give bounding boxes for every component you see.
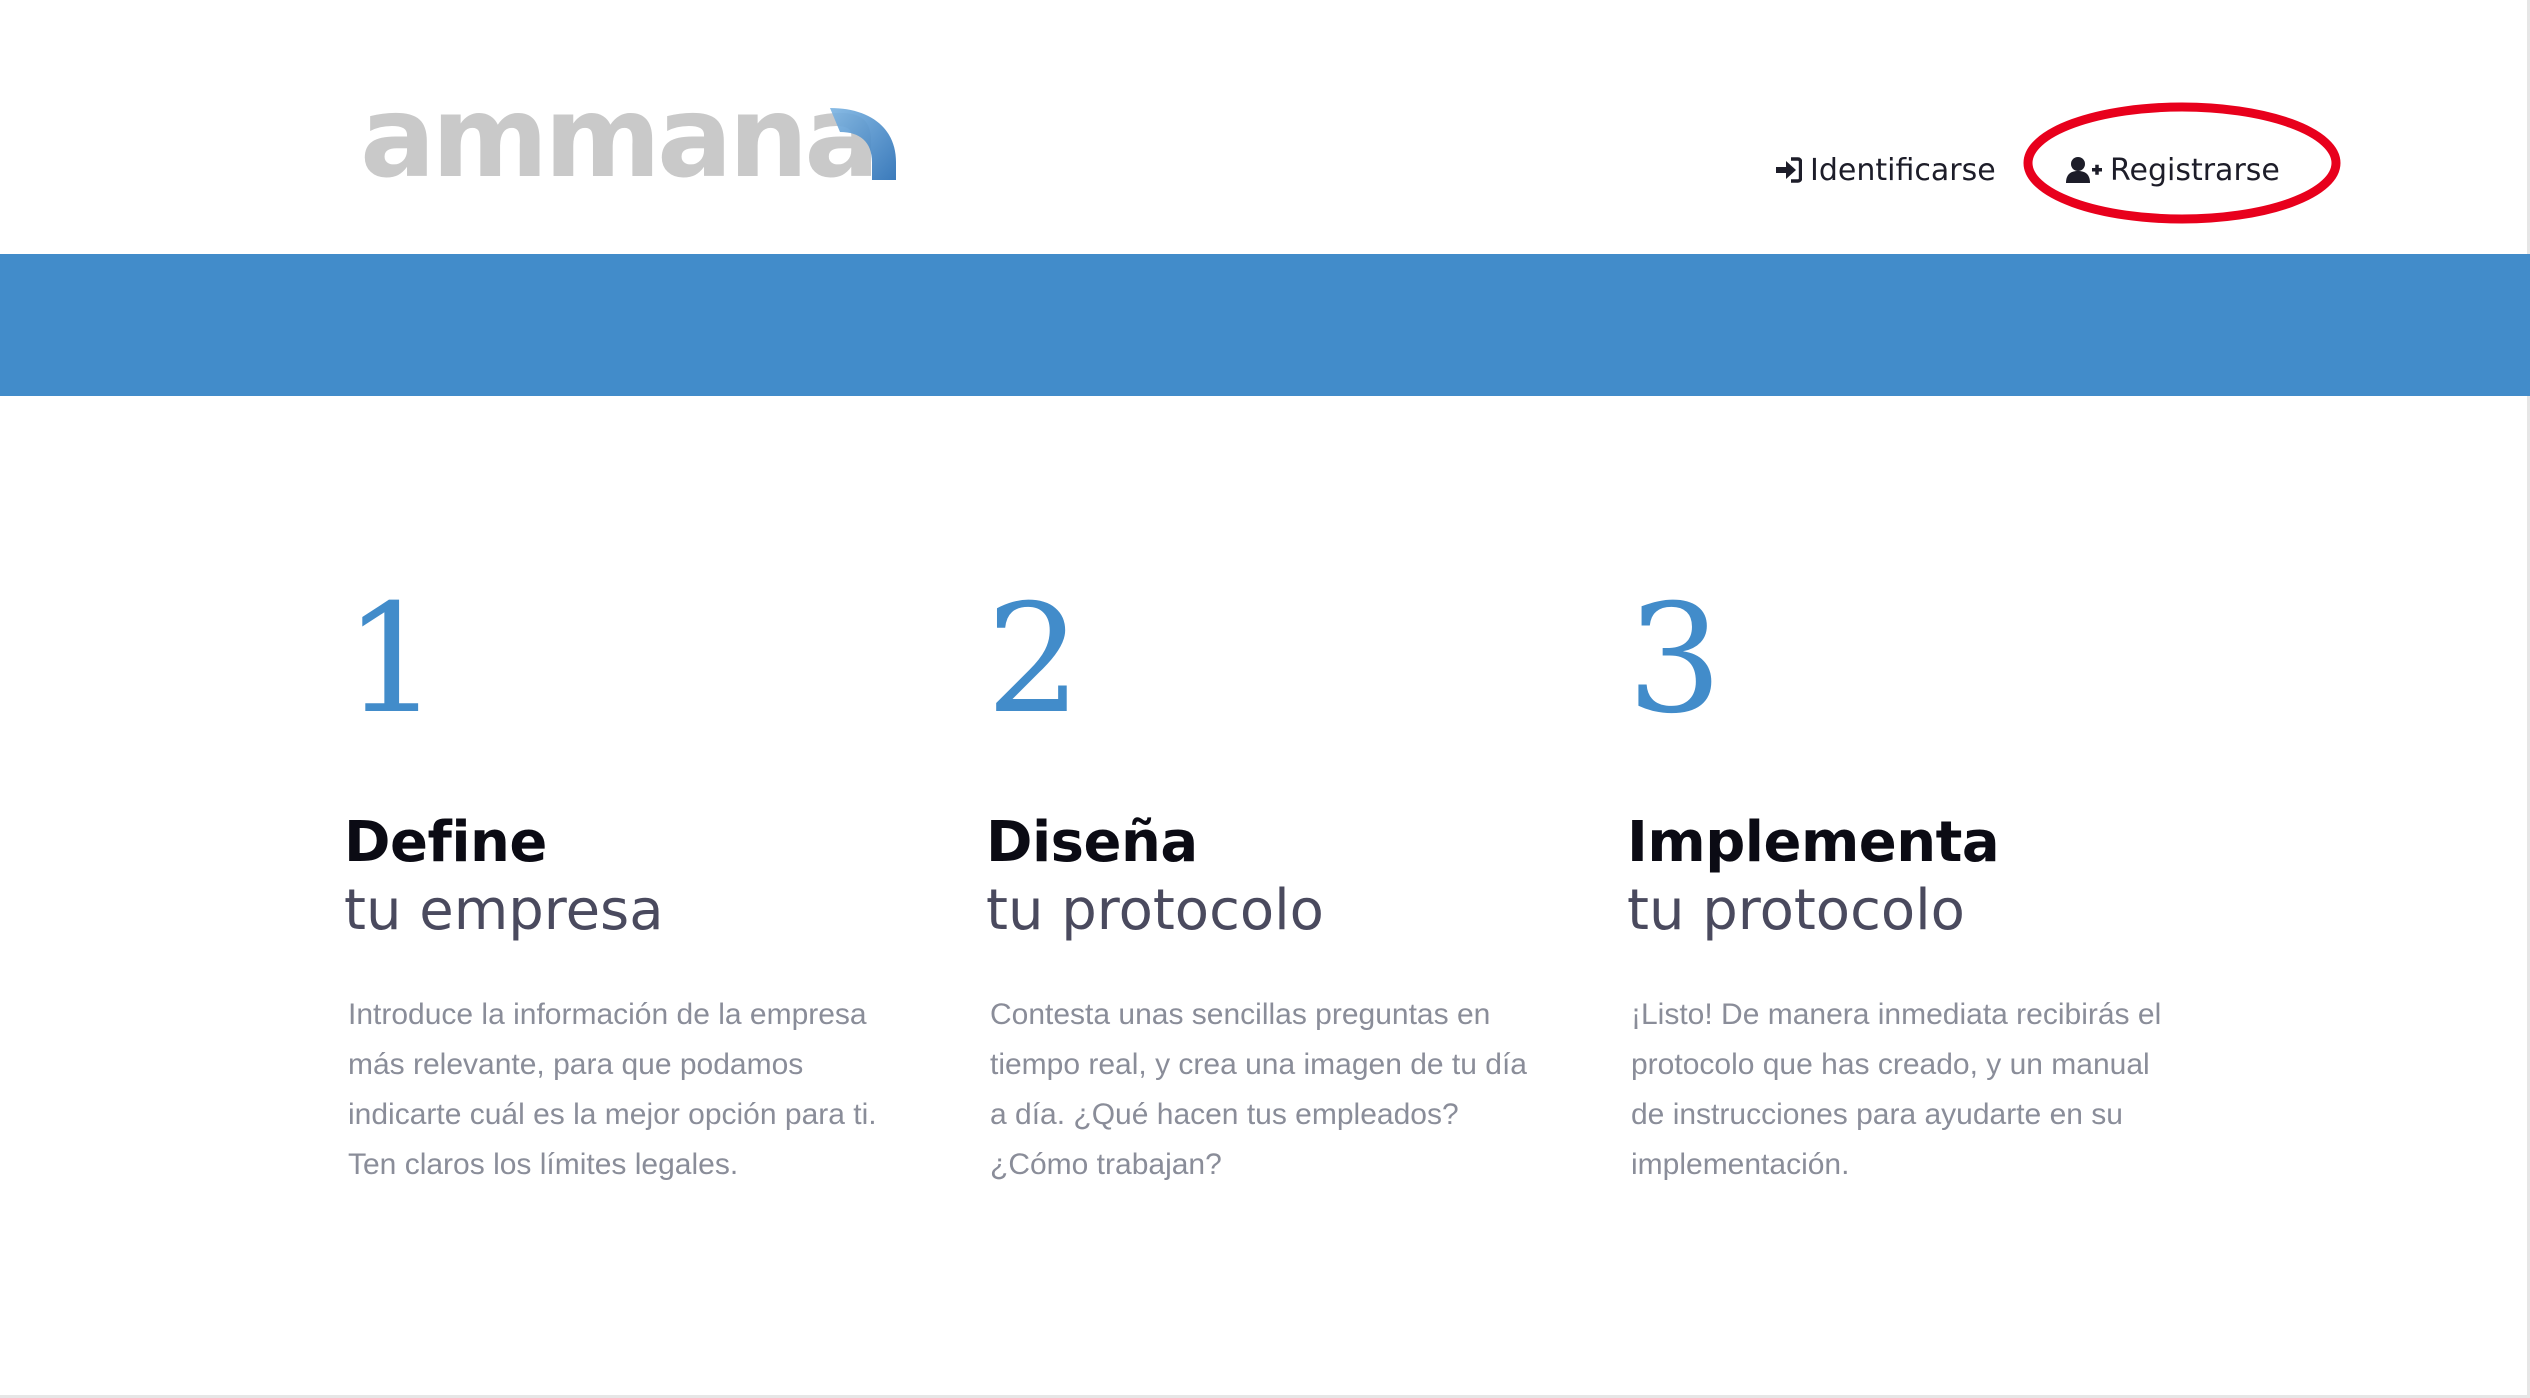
step-card: 2 Diseña tu protocolo Contesta unas senc… <box>986 570 1586 1190</box>
step-number: 3 <box>1627 573 1723 747</box>
step-subtitle: tu protocolo <box>986 878 1324 943</box>
step-card: 1 Define tu empresa Introduce la informa… <box>344 570 944 1190</box>
header: ammana Identificarse Registrarse <box>0 0 2530 254</box>
page: ammana Identificarse Registrarse 1 Defin… <box>0 0 2530 1398</box>
step-subtitle: tu empresa <box>344 878 664 943</box>
logo-text: ammana <box>360 92 876 192</box>
login-label: Identificarse <box>1810 152 1996 188</box>
login-link[interactable]: Identificarse <box>1774 148 1996 192</box>
ammana-logo[interactable]: ammana <box>360 92 900 192</box>
step-title: Define <box>344 810 547 875</box>
step-number: 1 <box>344 573 440 747</box>
step-number: 2 <box>986 573 1082 747</box>
hero-band <box>0 254 2530 396</box>
step-card: 3 Implementa tu protocolo ¡Listo! De man… <box>1627 570 2227 1190</box>
step-title: Diseña <box>986 810 1198 875</box>
sign-in-icon <box>1774 157 1802 183</box>
step-description: Introduce la información de la empresa m… <box>348 998 877 1181</box>
register-highlight-ellipse <box>2023 102 2341 224</box>
step-title: Implementa <box>1627 810 2000 875</box>
step-description: Contesta unas sencillas preguntas en tie… <box>990 998 1527 1181</box>
step-description: ¡Listo! De manera inmediata recibirás el… <box>1631 998 2162 1181</box>
step-subtitle: tu protocolo <box>1627 878 1965 943</box>
